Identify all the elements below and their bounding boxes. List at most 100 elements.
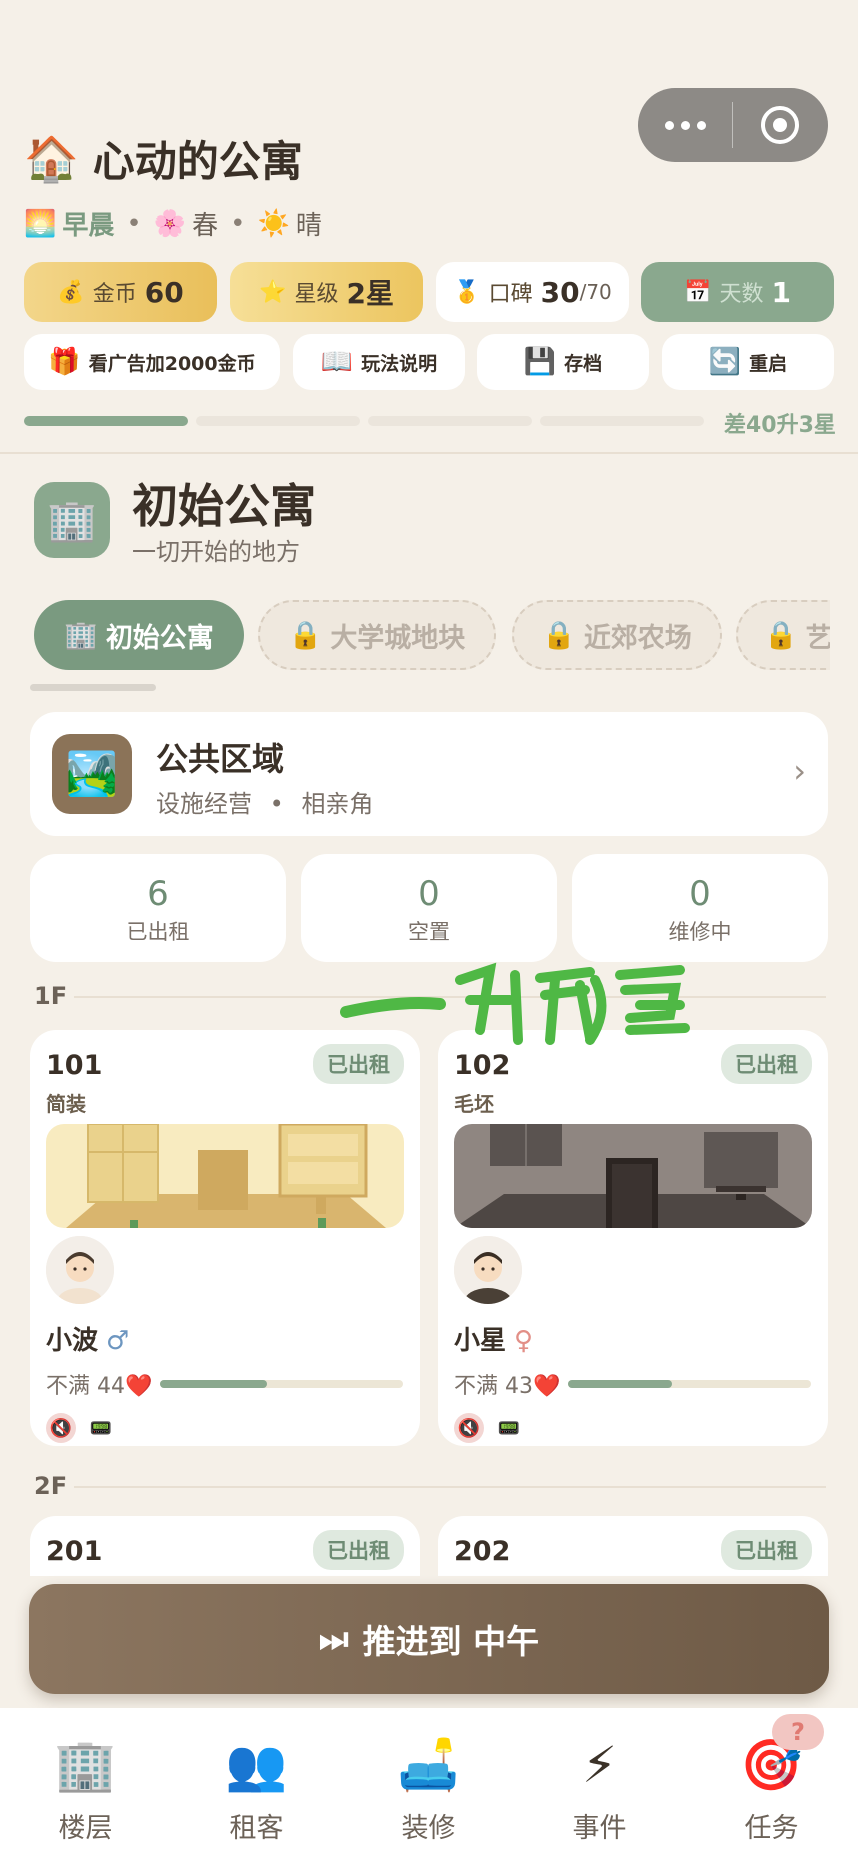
pager-icon: 📟 — [89, 1417, 113, 1439]
watermark-logo — [340, 962, 690, 1045]
tab-university[interactable]: 🔒 大学城地块 — [258, 600, 496, 670]
mood-value: 43 — [505, 1374, 534, 1399]
reputation-label: 口碑 — [488, 282, 533, 307]
heart-icon: ❤️ — [533, 1374, 561, 1399]
gold-stat: 💰 金币 60 — [24, 262, 217, 322]
mute-icon: 🔇 — [454, 1413, 484, 1443]
lock-icon: 🔒 — [542, 620, 576, 651]
bottom-tabbar: 🏢 楼层 👥 租客 🛋️ 装修 ⚡ 事件 🎯 任务 — [0, 1708, 858, 1860]
medal-icon: 🥇 — [453, 279, 481, 305]
tab-suburban-farm[interactable]: 🔒 近郊农场 — [512, 600, 722, 670]
room-number: 202 — [454, 1536, 511, 1567]
guide-button[interactable]: 📖 玩法说明 — [293, 334, 465, 390]
tenant-name: 小波 — [46, 1326, 99, 1356]
star-progress-segment — [24, 416, 188, 426]
mood-row: 不满 44❤️ — [46, 1368, 152, 1400]
house-icon: 🏠 — [24, 133, 79, 185]
landscape-icon: 🏞️ — [52, 734, 132, 814]
tab-label: 初始公寓 — [105, 622, 214, 654]
count-label: 空置 — [408, 920, 450, 944]
header-divider — [0, 452, 858, 454]
room-card-101[interactable]: 101 已出租 简装 小波 ♂ 不满 44❤️ 🔇 📟 — [30, 1030, 420, 1446]
room-image — [46, 1124, 404, 1228]
public-area-name: 公共区域 — [156, 740, 285, 778]
tab-label: 任务 — [744, 1813, 799, 1844]
public-area-card[interactable]: 🏞️ 公共区域 设施经营 • 相亲角 › — [30, 712, 828, 836]
app-title-row: 🏠 心动的公寓 — [24, 128, 303, 189]
building-subtitle: 一切开始的地方 — [132, 538, 300, 566]
tenants-icon: 👥 — [225, 1736, 288, 1794]
task-notice-badge: ? — [772, 1714, 824, 1750]
calendar-icon: 📅 — [684, 279, 712, 305]
sun-icon: ☀️ — [257, 208, 290, 239]
public-area-desc: 设施经营 • 相亲角 — [156, 784, 373, 819]
restart-icon: 🔄 — [708, 347, 742, 377]
male-icon: ♂ — [106, 1326, 130, 1356]
tab-initial-apartment[interactable]: 🏢 初始公寓 — [34, 600, 244, 670]
season-label: 春 — [192, 211, 219, 241]
repair-count-card: 0 维修中 — [572, 854, 828, 962]
tenant-trait-icons: 🔇 📟 — [46, 1413, 116, 1443]
room-card-102[interactable]: 102 已出租 毛坯 小星 ♀ 不满 43❤️ 🔇 📟 — [438, 1030, 828, 1446]
count-value: 0 — [689, 874, 711, 914]
star-label: 星级 — [294, 282, 339, 307]
day-stat: 📅 天数 1 — [641, 262, 834, 322]
tab-tenants[interactable]: 👥 租客 — [171, 1736, 342, 1845]
day-value: 1 — [771, 275, 791, 309]
reputation-value: 30 — [540, 275, 580, 309]
more-dots-icon[interactable] — [638, 120, 732, 130]
mood-bar-fill — [568, 1380, 673, 1388]
star-progress-segment — [196, 416, 360, 426]
star-progress-label: 差40升3星 — [724, 413, 836, 438]
reputation-max: /70 — [579, 280, 612, 304]
save-button[interactable]: 💾 存档 — [477, 334, 649, 390]
separator-dot: • — [269, 790, 284, 818]
tenant-name: 小星 — [454, 1326, 507, 1356]
mood-bar — [568, 1380, 811, 1388]
tab-label: 艺 — [805, 622, 830, 654]
pager-icon: 📟 — [497, 1417, 521, 1439]
tenant-name-row: 小波 ♂ — [46, 1320, 129, 1357]
fast-forward-icon: ⏭ — [318, 1619, 349, 1658]
tab-decoration[interactable]: 🛋️ 装修 — [343, 1736, 514, 1845]
tab-floors[interactable]: 🏢 楼层 — [0, 1736, 171, 1845]
tab-label: 大学城地块 — [330, 622, 466, 654]
mood-bar-fill — [160, 1380, 267, 1388]
count-label: 维修中 — [668, 920, 732, 944]
save-icon: 💾 — [523, 347, 557, 377]
tenant-name-row: 小星 ♀ — [454, 1320, 533, 1357]
tab-label: 装修 — [401, 1813, 456, 1844]
reputation-stat: 🥇 口碑 30/70 — [436, 262, 629, 322]
money-bag-icon: 💰 — [57, 279, 85, 305]
tab-label: 事件 — [572, 1813, 627, 1844]
blossom-icon: 🌸 — [153, 208, 187, 239]
tab-events[interactable]: ⚡ 事件 — [514, 1736, 685, 1845]
room-card-201[interactable]: 201 已出租 — [30, 1516, 420, 1576]
target-close-icon[interactable] — [733, 106, 827, 144]
female-icon: ♀ — [514, 1326, 534, 1356]
tab-art[interactable]: 🔒 艺 — [736, 600, 830, 670]
tab-label: 近郊农场 — [583, 622, 692, 654]
room-card-202[interactable]: 202 已出租 — [438, 1516, 828, 1576]
tab-tasks[interactable]: 🎯 任务 — [686, 1736, 857, 1845]
lock-icon: 🔒 — [288, 620, 323, 651]
star-progress-segment — [540, 416, 704, 426]
avatar[interactable] — [46, 1236, 114, 1304]
star-stat: ⭐ 星级 2星 — [230, 262, 423, 322]
public-area-desc-2: 相亲角 — [301, 790, 374, 818]
lock-icon: 🔒 — [764, 620, 798, 651]
room-image — [454, 1124, 812, 1228]
building-icon: 🏢 — [54, 1736, 117, 1794]
room-status-badge: 已出租 — [313, 1044, 404, 1084]
room-number: 101 — [46, 1050, 103, 1081]
advance-time-button[interactable]: ⏭ 推进到 中午 — [29, 1584, 829, 1694]
app-title: 心动的公寓 — [92, 137, 303, 186]
time-status-row: 🌅 早晨 • 🌸 春 • ☀️ 晴 — [24, 205, 322, 242]
avatar[interactable] — [454, 1236, 522, 1304]
restart-button[interactable]: 🔄 重启 — [662, 334, 834, 390]
count-value: 6 — [147, 874, 169, 914]
mood-row: 不满 43❤️ — [454, 1368, 560, 1400]
watch-ad-button[interactable]: 🎁 看广告加2000金币 — [24, 334, 280, 390]
separator-dot: • — [230, 208, 246, 239]
mood-label: 不满 — [46, 1374, 91, 1399]
